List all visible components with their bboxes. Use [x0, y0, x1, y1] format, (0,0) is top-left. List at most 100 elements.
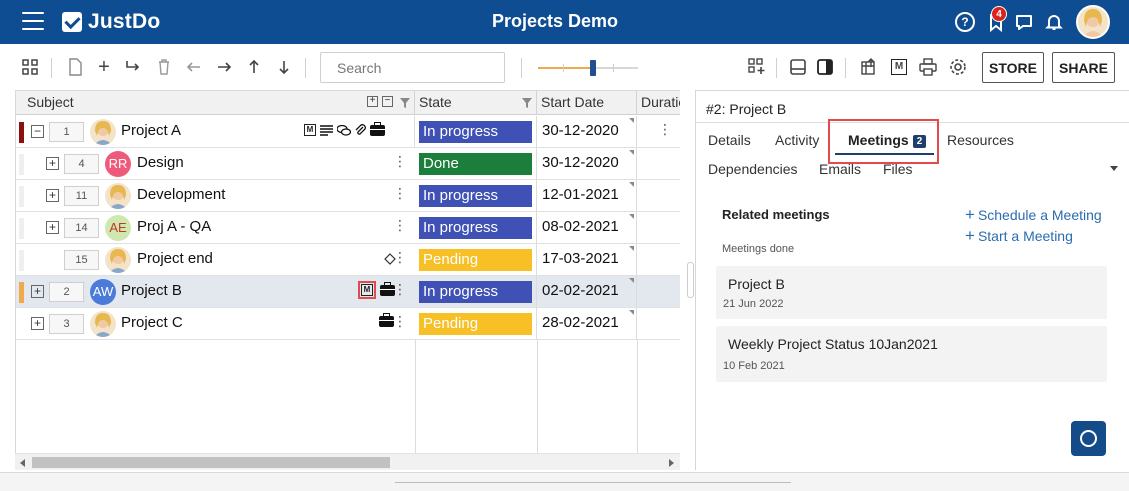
state-cell[interactable]: Pending	[415, 308, 537, 339]
tab-activity[interactable]: Activity	[775, 132, 819, 148]
more-options-icon[interactable]: ⋮	[393, 153, 407, 170]
expand-icon[interactable]: +	[31, 285, 44, 298]
table-row[interactable]: + 4 RR Design ⋮ Done 30-12-2020	[16, 148, 680, 180]
column-header-state[interactable]: State	[415, 91, 537, 115]
new-page-icon[interactable]	[65, 57, 85, 77]
more-tabs-chevron-icon[interactable]	[1110, 166, 1118, 171]
status-badge[interactable]: In progress	[419, 217, 532, 239]
expand-icon[interactable]: +	[46, 157, 59, 170]
more-options-icon[interactable]: ⋮	[393, 249, 407, 266]
side-panel-icon[interactable]	[815, 57, 835, 77]
table-row[interactable]: 15 Project end ⋮ Pending 17-03-2021	[16, 244, 680, 276]
start-date-cell[interactable]: 02-02-2021	[537, 276, 637, 307]
expand-icon[interactable]: +	[46, 189, 59, 202]
task-subject[interactable]: Project B	[121, 282, 182, 299]
task-subject[interactable]: Development	[137, 186, 225, 203]
settings-gear-icon[interactable]	[948, 57, 968, 77]
status-badge[interactable]: Pending	[419, 249, 532, 271]
zoom-slider[interactable]	[538, 60, 638, 76]
column-header-start-date[interactable]: Start Date	[537, 91, 637, 115]
scroll-right-arrow-icon[interactable]	[669, 459, 674, 467]
print-icon[interactable]	[918, 57, 938, 77]
state-cell[interactable]: In progress	[415, 116, 537, 147]
tab-resources[interactable]: Resources	[947, 132, 1014, 148]
collapse-all-icon[interactable]: −	[382, 96, 393, 107]
column-header-duration[interactable]: Duration	[637, 91, 680, 115]
meetings-icon[interactable]: M	[889, 57, 909, 77]
task-subject[interactable]: Project C	[121, 314, 183, 331]
meeting-card[interactable]: Project B 21 Jun 2022	[716, 266, 1107, 319]
status-badge[interactable]: In progress	[419, 281, 532, 303]
table-row-selected[interactable]: + 2 AW Project B M ⋮ In progress 02-02-2…	[16, 276, 680, 308]
zoom-slider-handle[interactable]	[590, 60, 596, 76]
tab-files[interactable]: Files	[883, 161, 913, 177]
outdent-icon[interactable]	[184, 57, 204, 77]
search-input[interactable]	[320, 52, 505, 83]
state-cell[interactable]: Done	[415, 148, 537, 179]
store-button[interactable]: STORE	[982, 52, 1044, 83]
start-date-cell[interactable]: 08-02-2021	[537, 212, 637, 243]
start-date-cell[interactable]: 12-01-2021	[537, 180, 637, 211]
scrollbar-thumb[interactable]	[32, 457, 390, 468]
table-row[interactable]: + 3 Project C ⋮ Pending 28-02-2021	[16, 308, 680, 340]
status-badge[interactable]: In progress	[419, 185, 532, 207]
more-options-icon[interactable]: ⋮	[393, 281, 407, 298]
expand-icon[interactable]: +	[31, 317, 44, 330]
tab-dependencies[interactable]: Dependencies	[708, 161, 798, 177]
help-icon[interactable]: ?	[955, 12, 975, 32]
drag-handle[interactable]	[395, 482, 791, 483]
filter-icon[interactable]	[522, 98, 532, 108]
start-date-cell[interactable]: 30-12-2020	[537, 116, 637, 147]
add-column-icon[interactable]	[747, 57, 767, 77]
status-badge[interactable]: In progress	[419, 121, 532, 143]
add-child-icon[interactable]	[123, 57, 143, 77]
more-options-icon[interactable]: ⋮	[393, 313, 407, 330]
expand-icon[interactable]: +	[46, 221, 59, 234]
state-cell[interactable]: Pending	[415, 244, 537, 275]
indent-icon[interactable]	[214, 57, 234, 77]
start-date-cell[interactable]: 28-02-2021	[537, 308, 637, 339]
expand-all-icon[interactable]: +	[367, 96, 378, 107]
start-date-cell[interactable]: 17-03-2021	[537, 244, 637, 275]
state-cell[interactable]: In progress	[415, 276, 537, 307]
share-button[interactable]: SHARE	[1052, 52, 1115, 83]
tab-emails[interactable]: Emails	[819, 161, 861, 177]
schedule-meeting-link[interactable]: + Schedule a Meeting	[965, 205, 1102, 225]
meeting-icon[interactable]: M	[358, 281, 376, 299]
more-options-icon[interactable]: ⋮	[393, 217, 407, 234]
briefcase-icon[interactable]	[379, 313, 394, 327]
bottom-panel-icon[interactable]	[788, 57, 808, 77]
add-icon[interactable]: +	[94, 56, 114, 78]
chat-icon[interactable]	[1014, 12, 1034, 32]
tab-meetings[interactable]: Meetings 2	[848, 132, 927, 148]
more-options-icon[interactable]: ⋮	[658, 121, 672, 138]
task-subject[interactable]: Project end	[137, 250, 213, 267]
grid-view-icon[interactable]	[20, 57, 40, 77]
task-subject[interactable]: Design	[137, 154, 184, 171]
table-row[interactable]: − 1 Project A M ⋮ In progress 30-12-2020	[16, 116, 680, 148]
start-date-cell[interactable]: 30-12-2020	[537, 148, 637, 179]
move-down-icon[interactable]	[274, 57, 294, 77]
table-row[interactable]: + 11 Development ⋮ In progress 12-01-202…	[16, 180, 680, 212]
filter-icon[interactable]	[400, 98, 410, 108]
task-subject[interactable]: Proj A - QA	[137, 218, 211, 235]
move-up-icon[interactable]	[244, 57, 264, 77]
trash-icon[interactable]	[154, 57, 174, 77]
user-avatar[interactable]	[1076, 5, 1110, 39]
export-icon[interactable]	[859, 57, 879, 77]
chat-button[interactable]	[1071, 421, 1106, 456]
status-badge[interactable]: Pending	[419, 313, 532, 335]
table-row[interactable]: + 14 AE Proj A - QA ⋮ In progress 08-02-…	[16, 212, 680, 244]
meeting-card[interactable]: Weekly Project Status 10Jan2021 10 Feb 2…	[716, 326, 1107, 382]
state-cell[interactable]: In progress	[415, 212, 537, 243]
column-header-subject[interactable]: Subject + −	[16, 91, 415, 115]
start-meeting-link[interactable]: + Start a Meeting	[965, 226, 1073, 246]
panel-resize-handle[interactable]	[687, 262, 694, 298]
bell-icon[interactable]	[1044, 12, 1064, 32]
tab-details[interactable]: Details	[708, 132, 751, 148]
more-options-icon[interactable]: ⋮	[393, 185, 407, 202]
state-cell[interactable]: In progress	[415, 180, 537, 211]
status-badge[interactable]: Done	[419, 153, 532, 175]
horizontal-scrollbar[interactable]	[15, 453, 680, 470]
scroll-left-arrow-icon[interactable]	[20, 459, 25, 467]
